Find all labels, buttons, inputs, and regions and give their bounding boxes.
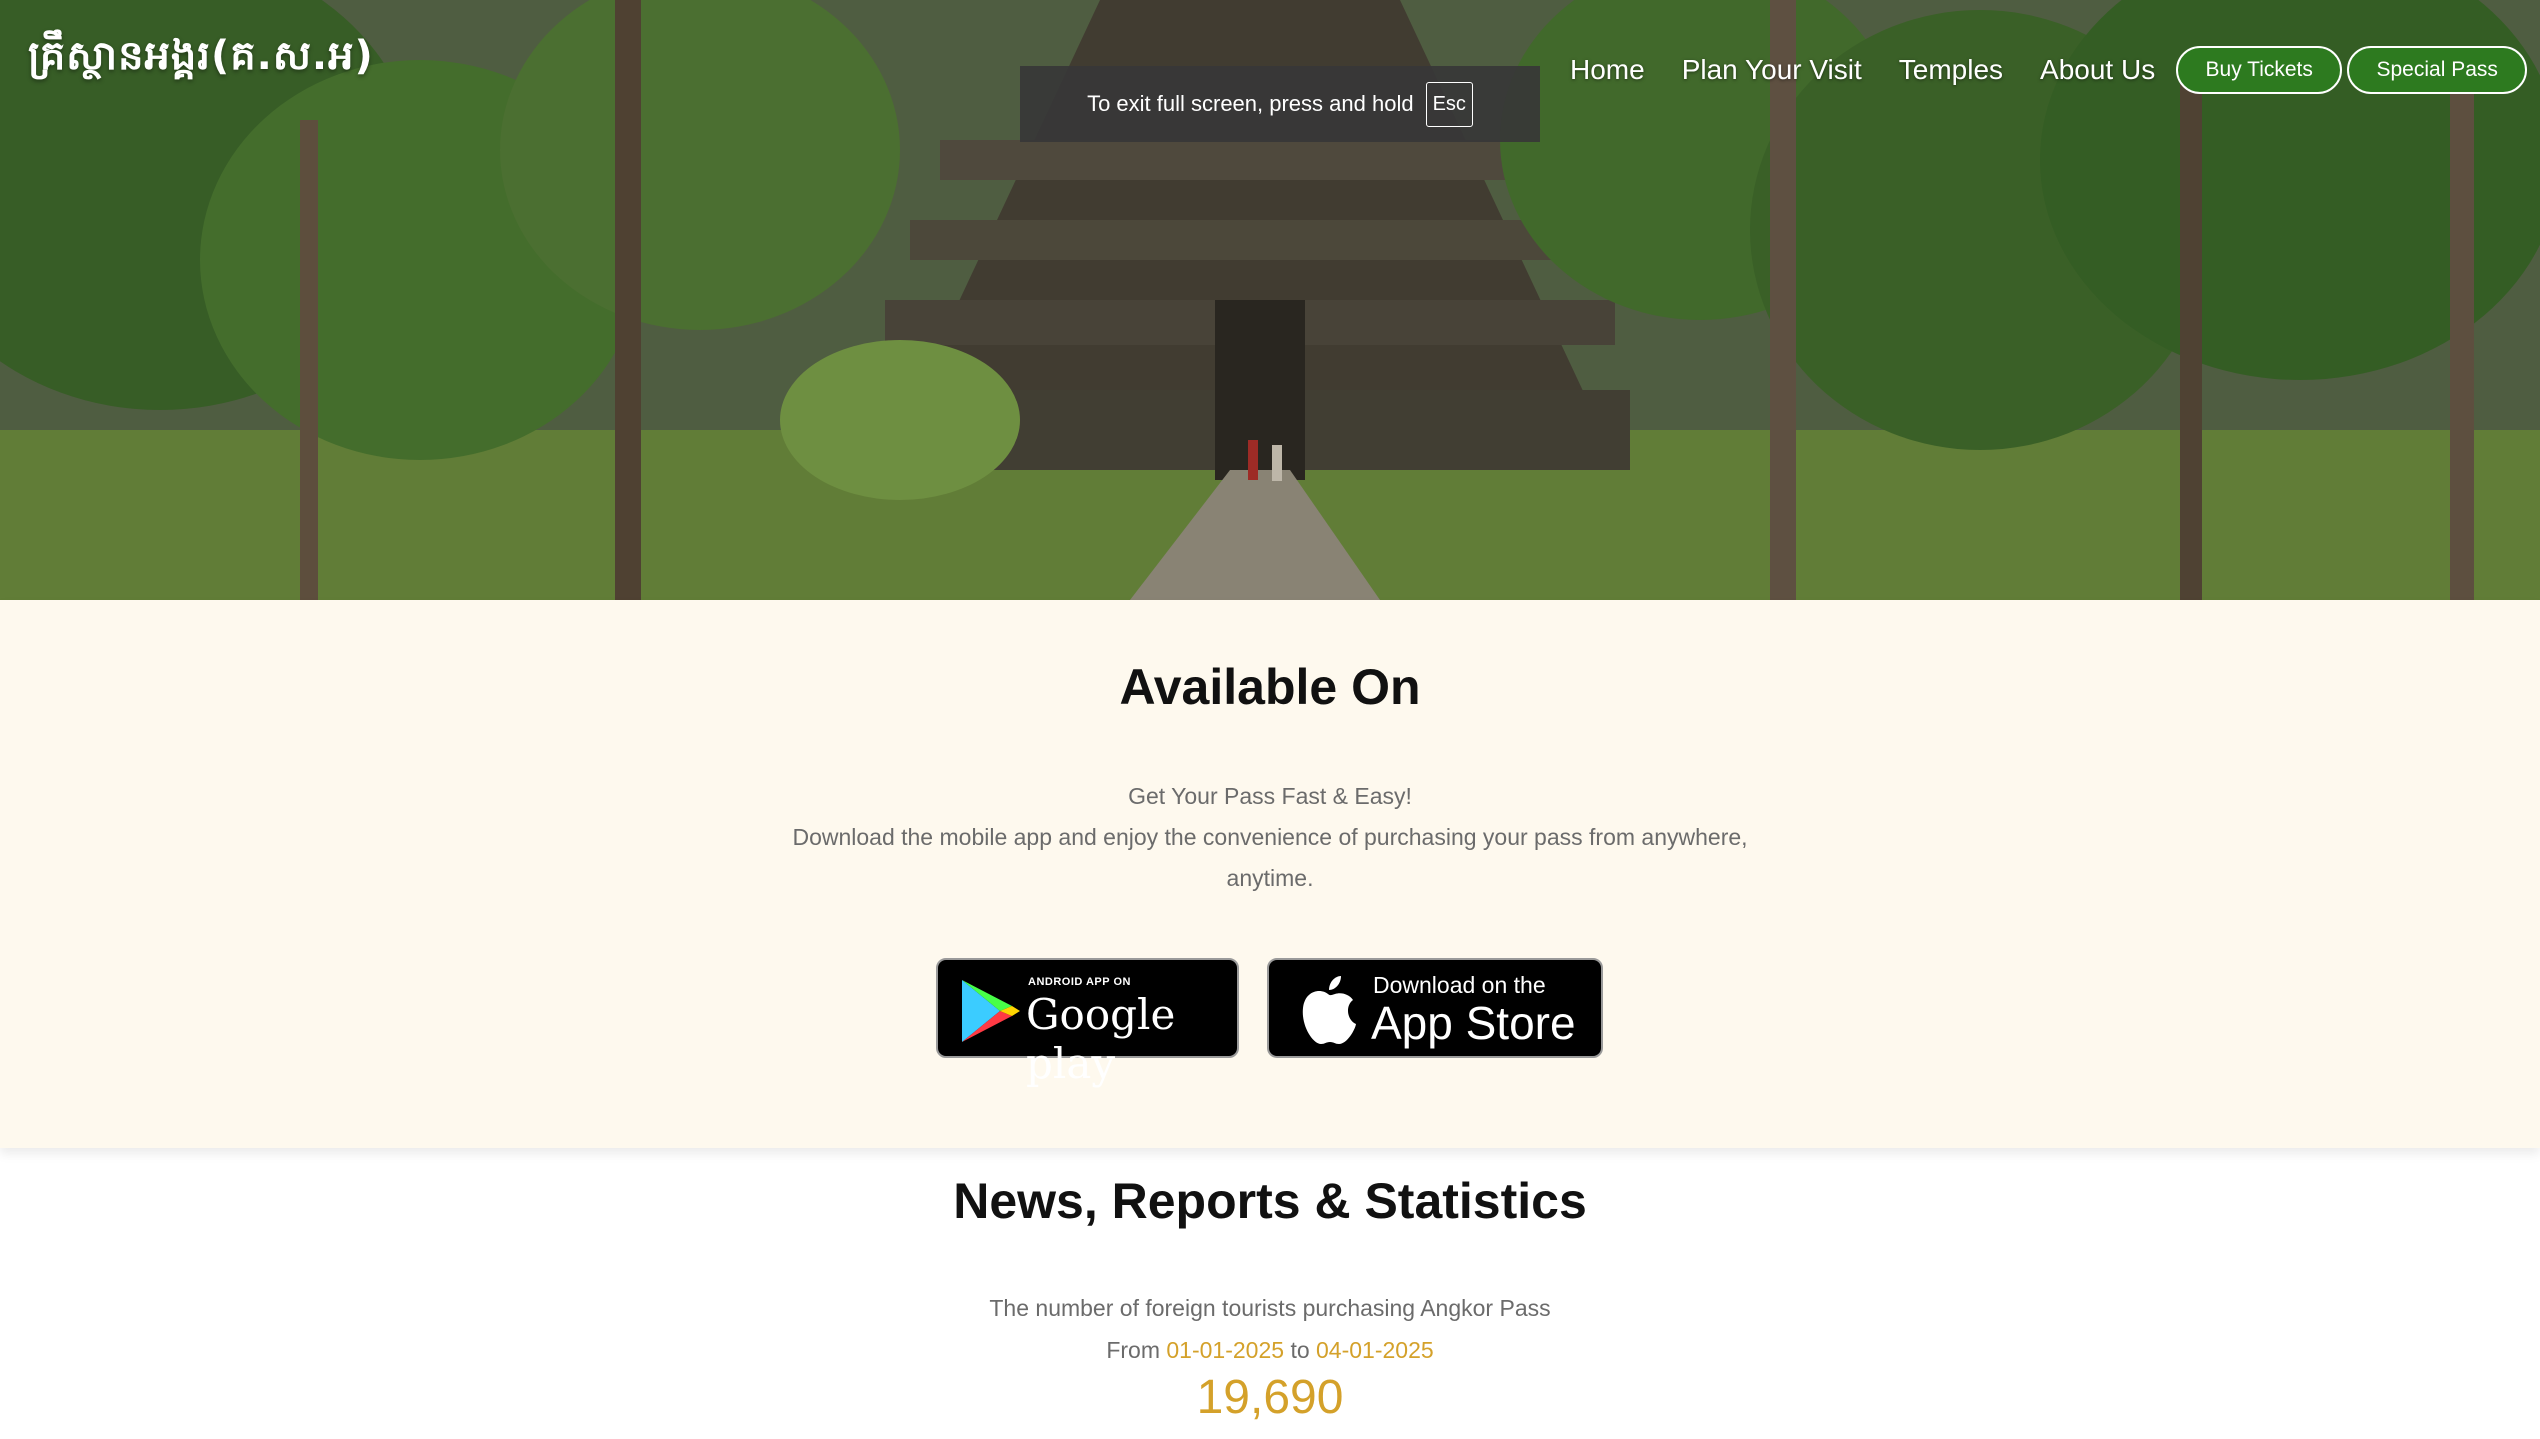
hero-banner: គ្រឹស្ថានអង្គរ(គ.ស.អ) Home Plan Your Vis…: [0, 0, 2540, 600]
fullscreen-exit-notice: To exit full screen, press and hold Esc: [1020, 66, 1540, 142]
available-on-description: Get Your Pass Fast & Easy! Download the …: [780, 776, 1760, 899]
main-nav: Home Plan Your Visit Temples About Us Bu…: [1570, 46, 2528, 94]
nav-about-us[interactable]: About Us: [2040, 54, 2155, 86]
from-date: 01-01-2025: [1166, 1337, 1285, 1363]
app-store-small-label: Download on the: [1373, 972, 1546, 998]
available-on-section: Available On Get Your Pass Fast & Easy! …: [0, 600, 2540, 1148]
nav-temples[interactable]: Temples: [1899, 54, 2003, 86]
from-label: From: [1106, 1337, 1160, 1363]
to-date: 04-01-2025: [1316, 1337, 1434, 1363]
app-store-label: App Store: [1371, 997, 1576, 1049]
app-store-button[interactable]: Download on the App Store: [1267, 958, 1603, 1058]
buy-tickets-button[interactable]: Buy Tickets: [2176, 46, 2343, 94]
fullscreen-notice-text: To exit full screen, press and hold: [1087, 91, 1414, 116]
apple-icon: [1302, 976, 1356, 1044]
special-pass-button[interactable]: Special Pass: [2347, 46, 2528, 94]
google-play-button[interactable]: ANDROID APP ON Google play: [936, 958, 1239, 1088]
to-label: to: [1290, 1337, 1310, 1363]
nav-home[interactable]: Home: [1570, 54, 1645, 86]
date-range: From 01-01-2025 to 04-01-2025: [0, 1337, 2540, 1364]
app-description: Download the mobile app and enjoy the co…: [792, 824, 1748, 891]
available-on-title: Available On: [1119, 659, 1421, 715]
google-play-icon: [962, 980, 1020, 1042]
news-description: The number of foreign tourists purchasin…: [989, 1295, 1551, 1321]
google-play-label: Google play: [1026, 990, 1176, 1088]
google-play-small-label: ANDROID APP ON: [1028, 976, 1131, 988]
news-section-title: News, Reports & Statistics: [953, 1173, 1587, 1229]
tourist-count: 19,690: [1196, 1371, 1344, 1424]
site-logo[interactable]: គ្រឹស្ថានអង្គរ(គ.ស.អ): [28, 30, 374, 89]
tagline: Get Your Pass Fast & Easy!: [1128, 783, 1412, 809]
nav-plan-your-visit[interactable]: Plan Your Visit: [1682, 54, 1862, 86]
esc-key-badge: Esc: [1425, 81, 1473, 127]
